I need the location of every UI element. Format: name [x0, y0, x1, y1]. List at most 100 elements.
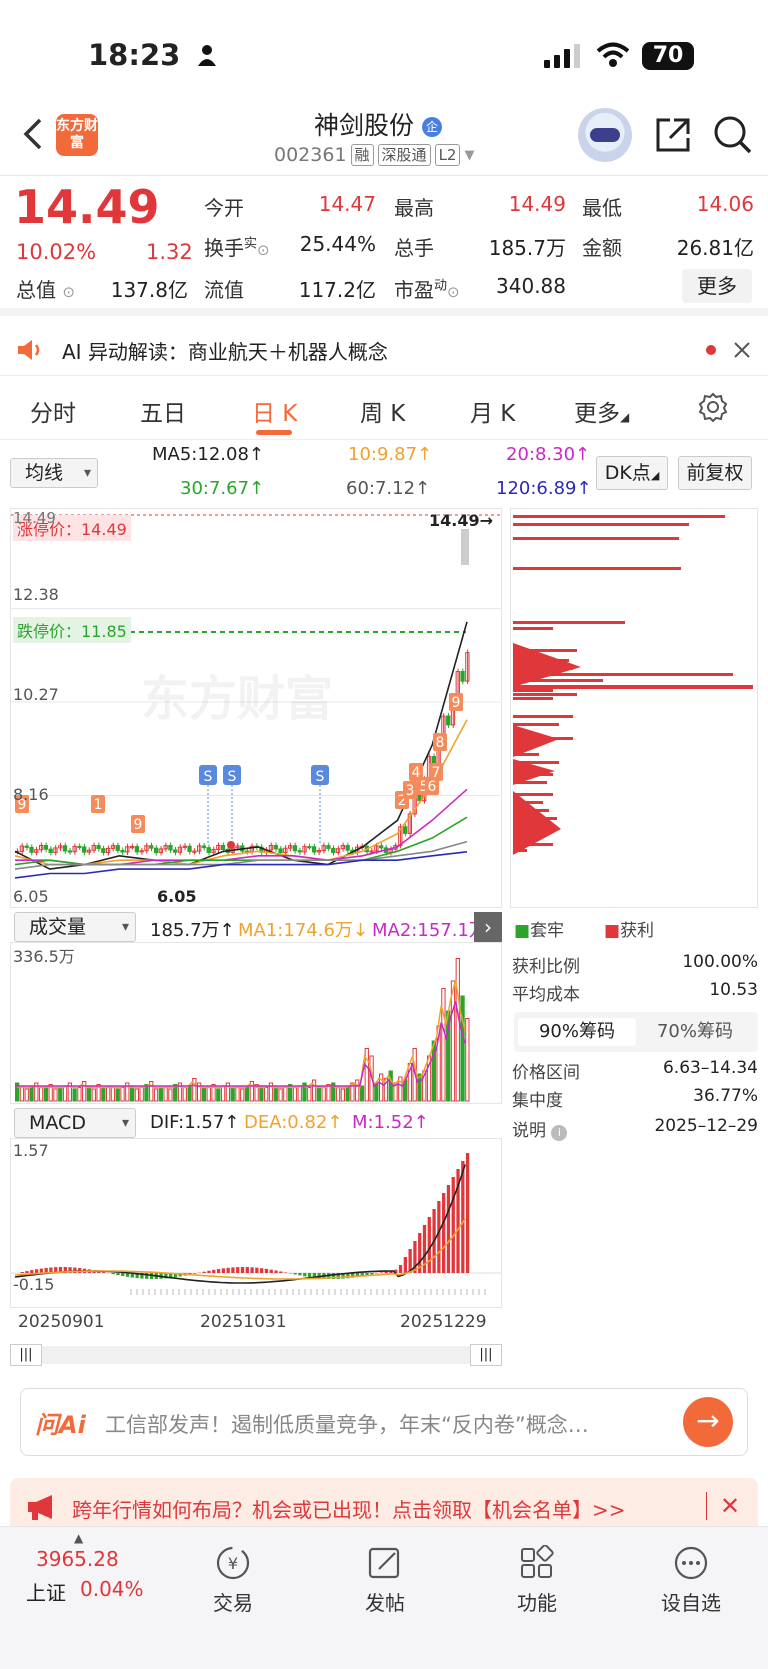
price-range-row: 价格区间 6.63–14.34	[512, 1058, 758, 1083]
candle	[292, 845, 298, 852]
person-icon	[198, 45, 216, 66]
ask-ai-box[interactable]: 问Ai 工信部发声！遏制低质量竞争，年末“反内卷”概念… →	[20, 1388, 748, 1456]
index-name[interactable]: 上证	[26, 1577, 66, 1606]
quote-panel: 14.49 10.02% 1.32 今开 14.47 最高 14.49 最低 1…	[0, 176, 768, 316]
volume-selector[interactable]: 成交量	[14, 912, 136, 942]
bottom-navigation: ▲ 3965.28 上证 0.04% ¥ 交易 发帖 功能 设自选	[0, 1526, 768, 1669]
volume-bar	[292, 1087, 298, 1102]
chevron-left-icon	[23, 118, 42, 150]
nav-post[interactable]: 发帖	[330, 1545, 440, 1616]
change-amount: 1.32	[146, 240, 193, 264]
macd-chart[interactable]: 1.57 -0.15	[10, 1138, 502, 1308]
low-price-label: 6.05	[157, 887, 197, 906]
tab-five-day[interactable]: 五日	[140, 394, 186, 428]
ai-assistant-avatar[interactable]	[578, 108, 632, 162]
volume-bar	[115, 1088, 120, 1102]
low-label: 最低	[582, 196, 622, 220]
tab-chip-70[interactable]: 70%筹码	[636, 1018, 754, 1046]
scroll-handle-right[interactable]: |||	[470, 1344, 502, 1366]
scroll-handle-left[interactable]: |||	[10, 1344, 42, 1366]
volume-ma2: MA2:157.1万	[372, 920, 487, 941]
volume-bar	[120, 1087, 125, 1102]
volume-bar	[465, 1018, 470, 1102]
open-label: 今开	[204, 196, 244, 220]
volume-max-label: 336.5万	[13, 947, 75, 966]
close-icon[interactable]	[734, 342, 750, 358]
gear-icon[interactable]	[698, 392, 728, 422]
last-price-label: 14.49→	[429, 511, 494, 530]
note-row[interactable]: 说明 i 2025–12–29	[512, 1116, 758, 1144]
active-tab-indicator	[256, 430, 292, 435]
promo-divider	[706, 1492, 707, 1520]
sell-letter: S	[204, 769, 213, 785]
ai-insight-bar[interactable]: AI 异动解读：商业航天＋机器人概念	[0, 324, 768, 376]
candle	[120, 849, 125, 853]
index-value[interactable]: 3965.28	[36, 1547, 119, 1571]
chip-bar	[513, 723, 559, 726]
candle	[67, 850, 72, 853]
search-icon[interactable]	[712, 114, 754, 156]
tab-more[interactable]: 更多◢	[574, 394, 629, 428]
tab-chip-90[interactable]: 90%筹码	[518, 1018, 636, 1046]
change-percent: 10.02%	[16, 240, 97, 264]
chip-peak	[513, 685, 753, 689]
volume-bar	[53, 1088, 58, 1102]
kline-chart[interactable]: 91998472356SSS 涨停价：14.49 14.49 14.49→ 12…	[10, 508, 502, 908]
volume-bar	[455, 958, 460, 1102]
macd-top-label: 1.57	[13, 1141, 49, 1160]
nav-trade[interactable]: ¥ 交易	[178, 1545, 288, 1616]
tab-intraday[interactable]: 分时	[30, 394, 76, 428]
volume-bar	[182, 1087, 187, 1102]
volume-bar	[264, 1087, 269, 1102]
chip-cluster	[513, 725, 559, 757]
macd-canvas	[11, 1153, 501, 1295]
scroll-thumb	[461, 529, 469, 565]
back-button[interactable]	[18, 114, 54, 154]
event-dot	[227, 841, 235, 849]
signal-marker: 9	[131, 815, 145, 833]
macd-dea: DEA:0.82↑	[244, 1112, 343, 1133]
stock-header: 东方财富 神剑股份 企 002361 融 深股通 L2 ▼	[0, 100, 768, 176]
volume-bar	[340, 1088, 345, 1102]
candle	[297, 850, 302, 853]
megaphone-icon	[28, 1495, 52, 1520]
tab-weekly-k[interactable]: 周 K	[360, 394, 405, 428]
candle	[345, 845, 350, 851]
nav-functions[interactable]: 功能	[482, 1545, 592, 1616]
candle	[48, 848, 53, 853]
volume-value: 185.7万↑	[150, 920, 235, 941]
y-label-2: 10.27	[13, 685, 59, 704]
volume-canvas	[14, 958, 470, 1102]
stock-code-row[interactable]: 002361 融 深股通 L2 ▼	[274, 144, 474, 166]
signal-marker: 1	[91, 795, 105, 813]
more-quote-button[interactable]: 更多	[682, 269, 752, 303]
chart-range-scrollbar[interactable]: ||| |||	[10, 1342, 502, 1368]
chevron-right-icon[interactable]: ›	[474, 912, 502, 942]
volume-chart[interactable]: 336.5万	[10, 942, 502, 1104]
dk-point-button[interactable]: DK点◢	[596, 456, 668, 490]
float-cap-label: 流值	[204, 278, 244, 302]
candle	[446, 715, 451, 726]
macd-dea-line	[14, 1218, 466, 1280]
ma-selector[interactable]: 均线	[10, 458, 98, 488]
enterprise-badge-icon: 企	[421, 117, 442, 137]
index-pct[interactable]: 0.04%	[80, 1577, 144, 1601]
adjust-mode-button[interactable]: 前复权	[678, 456, 752, 490]
candle	[460, 670, 465, 682]
status-bar: 18:23 70	[0, 0, 768, 100]
nav-add-watchlist[interactable]: 设自选	[636, 1545, 746, 1616]
volume-bar	[283, 1085, 288, 1102]
volume-bar	[134, 1088, 140, 1102]
share-icon[interactable]	[652, 114, 694, 156]
candle	[168, 844, 173, 851]
tab-monthly-k[interactable]: 月 K	[470, 394, 515, 428]
chip-distribution-chart[interactable]	[510, 508, 758, 908]
signal-number: 9	[134, 817, 143, 833]
arrow-right-icon[interactable]: →	[683, 1397, 733, 1447]
macd-selector[interactable]: MACD	[14, 1108, 136, 1138]
tab-daily-k[interactable]: 日 K	[252, 394, 297, 428]
close-icon[interactable]: ✕	[720, 1492, 740, 1520]
candle	[96, 845, 101, 850]
stock-name: 神剑股份 企	[314, 106, 442, 142]
limit-down-label: 跌停价：11.85	[13, 617, 131, 643]
